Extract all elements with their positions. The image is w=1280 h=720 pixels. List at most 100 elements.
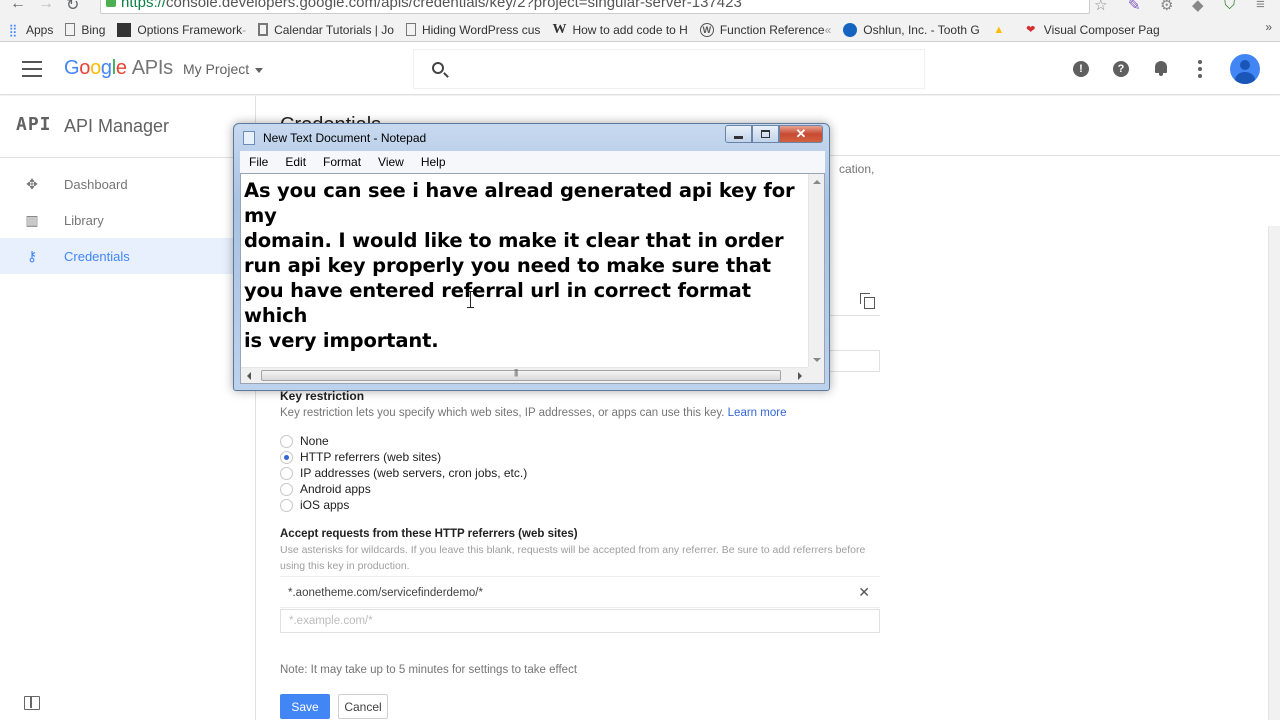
dashboard-icon: ✥ bbox=[26, 176, 38, 192]
accept-referrers-description: Use asterisks for wildcards. If you leav… bbox=[280, 544, 866, 572]
shield-extension-icon[interactable]: ⛉ bbox=[1224, 0, 1235, 13]
notepad-titlebar[interactable]: New Text Document - Notepad ✕ bbox=[234, 124, 829, 150]
bookmark-bing[interactable]: Bing bbox=[59, 18, 111, 42]
project-selector[interactable]: My Project bbox=[183, 61, 264, 77]
save-button[interactable]: Save bbox=[280, 694, 330, 719]
bookmark-calendar-tutorials[interactable]: Calendar Tutorials | Jo bbox=[252, 18, 400, 42]
reload-icon[interactable]: ↻ bbox=[66, 0, 79, 15]
maximize-button[interactable] bbox=[752, 125, 779, 143]
page-scrollbar[interactable] bbox=[1268, 226, 1280, 720]
back-icon[interactable]: ← bbox=[10, 0, 26, 13]
menu-help[interactable]: Help bbox=[412, 155, 454, 169]
google-apis-logo[interactable]: Google APIs bbox=[64, 57, 173, 80]
menu-format[interactable]: Format bbox=[314, 155, 369, 169]
chrome-menu-icon[interactable]: ≡ bbox=[1256, 0, 1265, 13]
wikipedia-icon: W bbox=[552, 21, 567, 37]
apps-grid-icon: ⣿ bbox=[8, 22, 18, 37]
referrer-input[interactable] bbox=[280, 609, 880, 633]
key-restriction-description: Key restriction lets you specify which w… bbox=[280, 407, 787, 419]
bookmarks-bar: ⣿ Apps Bing Options Framework - Calendar … bbox=[0, 18, 1280, 42]
options-framework-icon bbox=[117, 22, 132, 37]
address-bar[interactable]: https://console.developers.google.com/ap… bbox=[100, 0, 1090, 14]
referrer-list-item: *.aonetheme.com/servicefinderdemo/* ✕ bbox=[280, 576, 880, 608]
scroll-right-icon[interactable] bbox=[798, 372, 802, 380]
learn-more-link[interactable]: Learn more bbox=[728, 407, 787, 419]
more-options-icon[interactable] bbox=[1198, 60, 1202, 81]
avatar[interactable] bbox=[1230, 54, 1260, 84]
remove-referrer-icon[interactable]: ✕ bbox=[858, 584, 870, 601]
page-icon bbox=[405, 23, 416, 36]
key-icon: ⚷ bbox=[26, 248, 38, 264]
copy-icon[interactable] bbox=[860, 293, 875, 309]
bookmark-drive[interactable]: ▲ bbox=[986, 18, 1018, 42]
resize-grip[interactable] bbox=[808, 367, 824, 383]
collapse-sidebar-icon[interactable] bbox=[24, 696, 40, 710]
search-icon bbox=[432, 62, 444, 74]
sidebar-item-dashboard[interactable]: ✥ Dashboard bbox=[0, 166, 255, 202]
notifications-bell-icon[interactable] bbox=[1154, 60, 1168, 76]
radio-circle[interactable] bbox=[280, 435, 293, 448]
hidden-text-snippet: cation, bbox=[839, 162, 875, 176]
text-cursor-icon bbox=[467, 291, 474, 308]
console-header: Google APIs My Project ! ? bbox=[0, 43, 1280, 95]
notepad-content[interactable]: As you can see i have alread generated a… bbox=[244, 178, 804, 353]
bookmark-how-to-add-code[interactable]: W How to add code to H bbox=[546, 18, 693, 42]
bookmark-visual-composer[interactable]: ❤ Visual Composer Pag bbox=[1018, 18, 1166, 42]
extension-icon[interactable]: ◆ bbox=[1192, 0, 1204, 14]
visual-composer-icon: ❤ bbox=[1026, 24, 1036, 36]
close-button[interactable]: ✕ bbox=[779, 125, 823, 143]
radio-circle[interactable] bbox=[280, 467, 293, 480]
help-icon[interactable]: ? bbox=[1113, 61, 1129, 77]
bookmark-options-framework[interactable]: Options Framework - bbox=[111, 18, 252, 42]
scroll-down-icon[interactable] bbox=[813, 358, 821, 362]
horizontal-scrollbar[interactable] bbox=[241, 367, 808, 383]
notepad-menubar: File Edit Format View Help bbox=[240, 151, 825, 173]
radio-circle[interactable] bbox=[280, 499, 293, 512]
notepad-text-area[interactable]: As you can see i have alread generated a… bbox=[240, 173, 825, 384]
notepad-window[interactable]: New Text Document - Notepad ✕ File Edit … bbox=[233, 123, 830, 391]
menu-edit[interactable]: Edit bbox=[276, 155, 314, 169]
notepad-app-icon bbox=[243, 131, 255, 145]
sidebar-item-library[interactable]: ▥ Library bbox=[0, 202, 255, 238]
extension-icon[interactable]: ⚙ bbox=[1160, 0, 1173, 14]
bookmarks-overflow-icon[interactable]: » bbox=[1265, 20, 1272, 34]
scroll-up-icon[interactable] bbox=[813, 180, 821, 184]
vertical-scrollbar[interactable] bbox=[808, 174, 824, 368]
search-bar[interactable] bbox=[413, 49, 925, 89]
forward-icon[interactable]: → bbox=[38, 0, 54, 13]
scrollbar-thumb[interactable] bbox=[261, 368, 781, 381]
url-scheme: https:// bbox=[121, 0, 167, 11]
pen-extension-icon[interactable]: ✎ bbox=[1128, 0, 1141, 14]
hamburger-menu-icon[interactable] bbox=[22, 61, 42, 77]
scroll-left-icon[interactable] bbox=[247, 372, 251, 380]
star-icon[interactable]: ☆ bbox=[1094, 0, 1107, 14]
bookmark-function-reference[interactable]: W Function Reference « bbox=[694, 18, 837, 42]
minimize-icon bbox=[734, 135, 743, 139]
feedback-icon[interactable]: ! bbox=[1073, 61, 1089, 77]
radio-circle[interactable] bbox=[280, 483, 293, 496]
drive-icon: ▲ bbox=[993, 23, 1005, 36]
sidebar-header: API API Manager bbox=[0, 96, 255, 158]
sidebar-item-credentials[interactable]: ⚷ Credentials bbox=[0, 238, 255, 274]
bookmark-apps[interactable]: ⣿ Apps bbox=[0, 18, 59, 42]
menu-view[interactable]: View bbox=[369, 155, 412, 169]
settings-note: Note: It may take up to 5 minutes for se… bbox=[280, 664, 578, 676]
bookmark-hiding-wordpress[interactable]: Hiding WordPress cus bbox=[400, 18, 547, 42]
wordpress-icon: W bbox=[699, 22, 714, 37]
sidebar-title: API Manager bbox=[64, 116, 170, 136]
cancel-button[interactable]: Cancel bbox=[338, 694, 388, 719]
bookmark-oshlun[interactable]: Oshlun, Inc. - Tooth G bbox=[837, 18, 986, 42]
accept-referrers-title: Accept requests from these HTTP referrer… bbox=[280, 528, 578, 540]
radio-circle-selected[interactable] bbox=[280, 451, 293, 464]
caret-down-icon bbox=[255, 67, 264, 73]
lock-icon bbox=[106, 0, 116, 7]
minimize-button[interactable] bbox=[725, 125, 752, 143]
url-text: console.developers.google.com/apis/crede… bbox=[166, 0, 742, 11]
maximize-icon bbox=[761, 130, 770, 138]
oshlun-icon bbox=[843, 22, 858, 37]
page-icon bbox=[65, 23, 76, 36]
close-icon: ✕ bbox=[795, 126, 807, 141]
menu-file[interactable]: File bbox=[240, 155, 276, 169]
referrer-value: *.aonetheme.com/servicefinderdemo/* bbox=[288, 587, 483, 599]
left-sidebar: API API Manager ✥ Dashboard ▥ Library ⚷ … bbox=[0, 96, 256, 720]
